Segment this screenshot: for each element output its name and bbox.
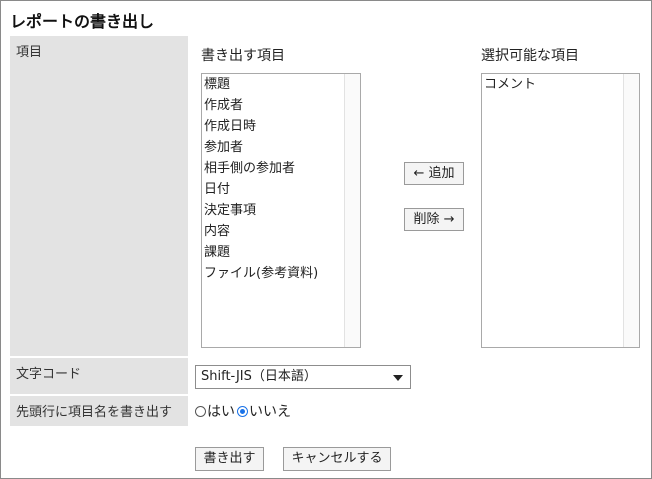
list-item[interactable]: 相手側の参加者 xyxy=(204,160,360,181)
remove-button[interactable]: 削除 → xyxy=(404,208,464,231)
items-label: 項目 xyxy=(10,36,188,356)
export-list-header: 書き出す項目 xyxy=(201,48,285,64)
header-row-yes-label[interactable]: はい xyxy=(207,401,235,421)
list-item[interactable]: 内容 xyxy=(204,223,360,244)
header-row-yes-radio[interactable] xyxy=(195,405,206,417)
header-row-no-radio[interactable] xyxy=(237,405,248,417)
chevron-down-icon xyxy=(393,375,403,381)
list-item[interactable]: コメント xyxy=(484,76,639,97)
charset-select-value: Shift-JIS（日本語） xyxy=(201,369,317,384)
header-row-radio-group: はい いいえ xyxy=(195,401,293,421)
list-item[interactable]: ファイル(参考資料) xyxy=(204,265,360,286)
export-list-scrollbar[interactable] xyxy=(344,74,360,347)
list-item[interactable]: 決定事項 xyxy=(204,202,360,223)
header-row-no-label[interactable]: いいえ xyxy=(249,401,291,421)
export-report-dialog: レポートの書き出し 項目 書き出す項目 標題 作成者 作成日時 参加者 相手側の… xyxy=(0,0,652,479)
charset-select[interactable]: Shift-JIS（日本語） xyxy=(195,365,411,389)
list-item[interactable]: 日付 xyxy=(204,181,360,202)
header-row-label: 先頭行に項目名を書き出す xyxy=(10,396,188,426)
list-item[interactable]: 課題 xyxy=(204,244,360,265)
charset-label: 文字コード xyxy=(10,358,188,394)
export-items-listbox[interactable]: 標題 作成者 作成日時 参加者 相手側の参加者 日付 決定事項 内容 課題 ファ… xyxy=(201,73,361,348)
available-list-header: 選択可能な項目 xyxy=(481,48,579,64)
list-item[interactable]: 作成者 xyxy=(204,97,360,118)
available-list-scrollbar[interactable] xyxy=(623,74,639,347)
header-row-label-text: 先頭行に項目名を書き出す xyxy=(16,405,173,420)
list-item[interactable]: 標題 xyxy=(204,76,360,97)
cancel-button[interactable]: キャンセルする xyxy=(283,447,391,471)
list-item[interactable]: 作成日時 xyxy=(204,118,360,139)
add-button[interactable]: ← 追加 xyxy=(404,162,464,185)
available-items-listbox[interactable]: コメント xyxy=(481,73,640,348)
list-item[interactable]: 参加者 xyxy=(204,139,360,160)
export-button[interactable]: 書き出す xyxy=(195,447,264,471)
page-title: レポートの書き出し xyxy=(10,12,155,31)
items-label-text: 項目 xyxy=(16,45,43,60)
charset-label-text: 文字コード xyxy=(16,367,82,382)
